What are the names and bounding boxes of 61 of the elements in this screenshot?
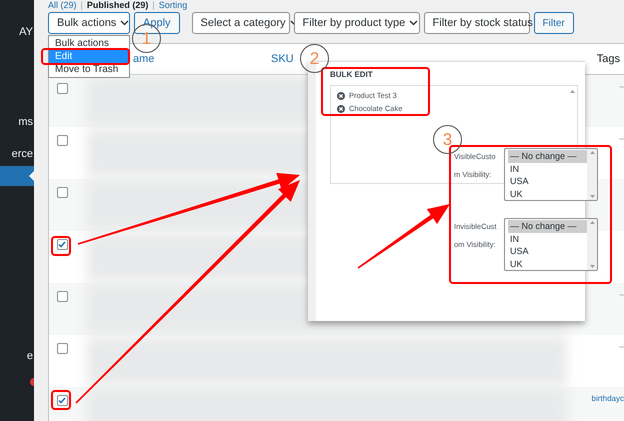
dropdown-select[interactable]: Filter by stock status: [424, 12, 530, 34]
scroll-down-icon[interactable]: [590, 265, 594, 268]
list-option[interactable]: UK: [508, 188, 587, 200]
scroll-up-icon[interactable]: [590, 151, 594, 154]
column-header[interactable]: SKU: [271, 50, 294, 68]
column-header[interactable]: ame: [133, 50, 269, 68]
list-option[interactable]: USA: [508, 175, 587, 188]
panel-title: BULK EDIT: [330, 70, 374, 80]
check-icon: [58, 241, 66, 248]
sidebar-item[interactable]: [0, 166, 34, 186]
tag-text: –: [620, 289, 624, 301]
dropdown-select[interactable]: Filter by product type: [294, 12, 420, 34]
list-option[interactable]: — No change —: [508, 150, 587, 162]
highlight-box: [51, 390, 71, 410]
list-option[interactable]: IN: [508, 232, 587, 245]
tag-text: birthdayc: [592, 393, 624, 405]
row-checkbox[interactable]: [56, 395, 68, 406]
list-option[interactable]: IN: [508, 162, 587, 175]
link-separator: |: [152, 0, 155, 11]
list-option[interactable]: UK: [508, 258, 587, 270]
row-checkbox[interactable]: [56, 291, 68, 302]
menu-option[interactable]: Bulk actions: [49, 37, 129, 50]
filter-button[interactable]: Filter: [534, 12, 574, 34]
chevron-down-icon: [120, 20, 130, 26]
link-separator: |: [80, 0, 83, 11]
chevron-down-icon: [409, 20, 418, 26]
menu-option[interactable]: Move to Trash: [49, 63, 129, 76]
scrollbar[interactable]: [587, 219, 597, 270]
scroll-up-icon[interactable]: [590, 221, 594, 224]
scrollbar[interactable]: [587, 149, 597, 200]
listbox[interactable]: — No change — IN USA UK: [504, 148, 598, 201]
status-link[interactable]: All (29): [48, 0, 77, 11]
scroll-up-icon[interactable]: [570, 90, 574, 93]
status-link[interactable]: Sorting: [158, 0, 188, 11]
check-icon: [58, 397, 66, 404]
listbox[interactable]: — No change — IN USA UK: [504, 218, 598, 271]
column-header[interactable]: Tags: [596, 50, 620, 68]
tag-text: –: [620, 133, 624, 145]
sidebar-item[interactable]: e: [0, 346, 34, 366]
row-checkbox[interactable]: [56, 343, 68, 354]
highlight-box: [51, 236, 71, 256]
tag-text: –: [620, 341, 624, 353]
step-number: 2: [300, 44, 329, 73]
list-option[interactable]: — No change —: [508, 220, 587, 232]
status-link[interactable]: Published (29): [86, 0, 148, 11]
list-option[interactable]: USA: [508, 245, 587, 258]
row-checkbox[interactable]: [56, 135, 68, 146]
remove-icon[interactable]: [337, 92, 345, 100]
row-checkbox[interactable]: [56, 187, 68, 198]
tag-text: –: [620, 81, 624, 93]
notification-badge: [30, 378, 34, 386]
sidebar-item[interactable]: ms: [0, 112, 34, 132]
scroll-down-icon[interactable]: [590, 195, 594, 198]
bulk-actions-select[interactable]: Bulk actions: [48, 12, 130, 34]
step-number: 3: [433, 125, 462, 154]
current-item-notch: [29, 171, 34, 181]
sidebar-item[interactable]: AY: [0, 22, 34, 42]
row-checkbox[interactable]: [56, 239, 68, 250]
row-checkbox[interactable]: [56, 83, 68, 94]
remove-icon[interactable]: [337, 105, 345, 113]
sidebar-item[interactable]: erce: [0, 144, 34, 164]
